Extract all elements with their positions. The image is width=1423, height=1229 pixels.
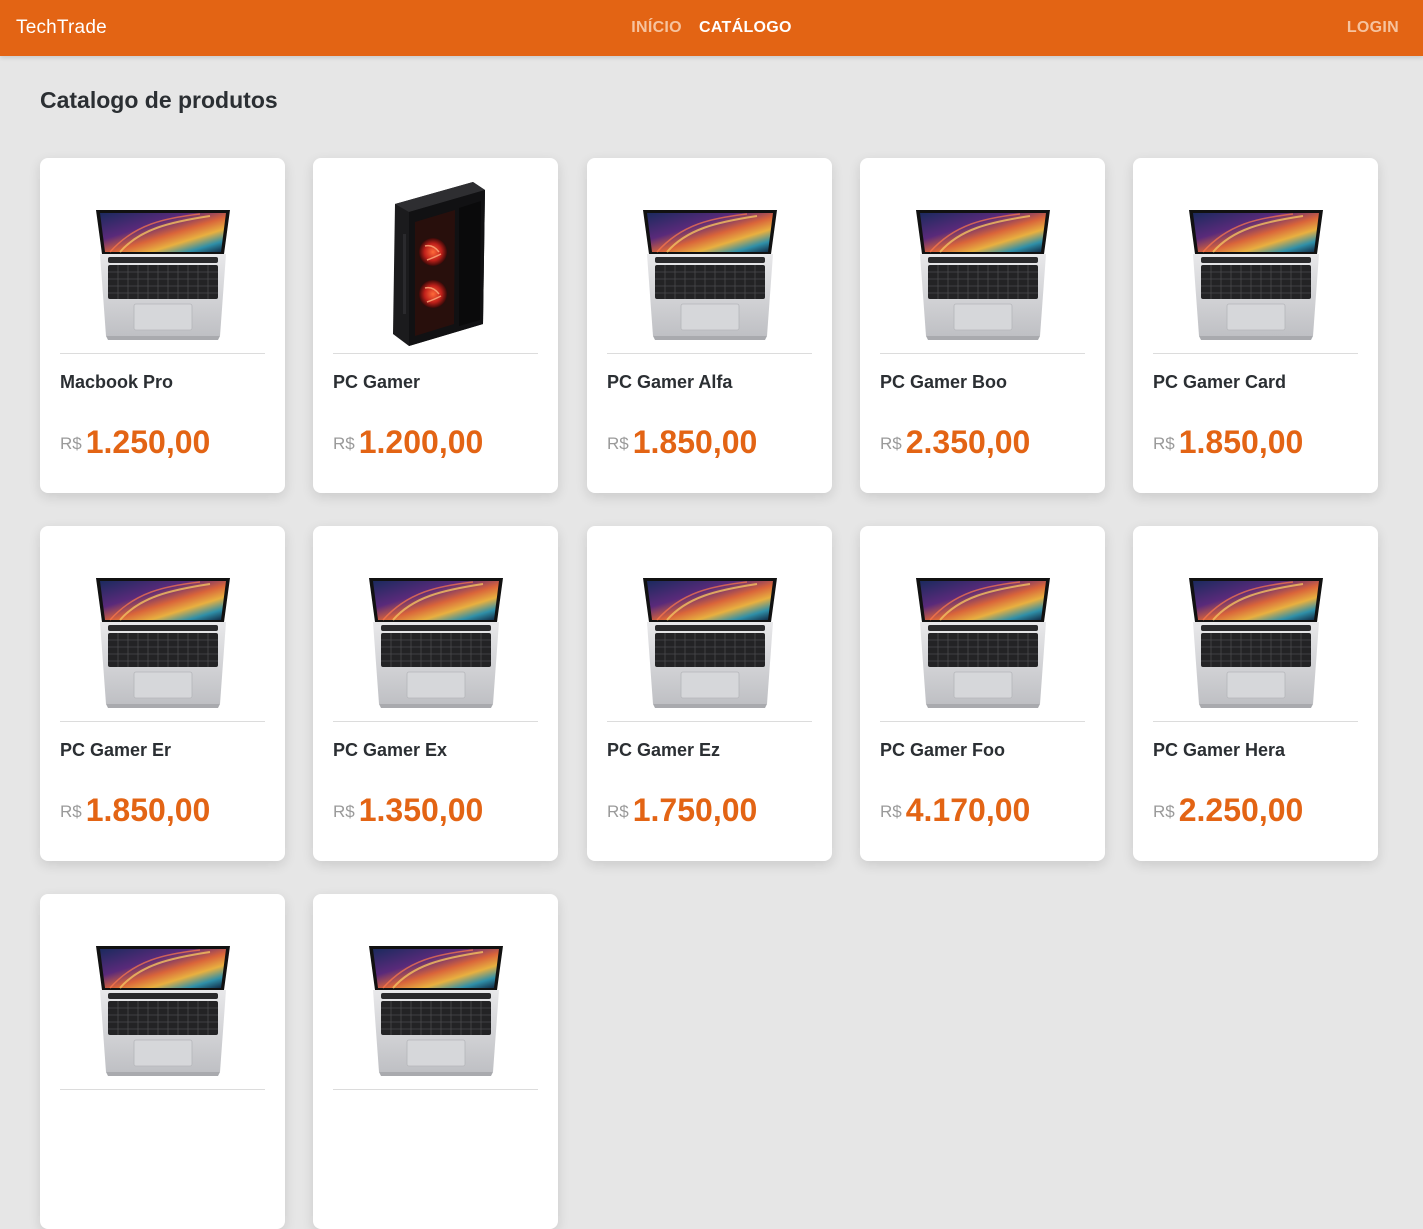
- page-title: Catalogo de produtos: [40, 87, 278, 113]
- product-card[interactable]: [40, 894, 285, 1229]
- product-name: PC Gamer Alfa: [607, 372, 733, 392]
- price-amount: 1.850,00: [85, 792, 211, 828]
- price-currency: R$: [607, 434, 629, 453]
- card-divider: [1153, 721, 1358, 722]
- product-price: R$ 1.200,00: [333, 422, 483, 462]
- laptop-icon: [607, 174, 812, 352]
- price-amount: 1.350,00: [358, 792, 484, 828]
- product-price: R$ 2.350,00: [880, 422, 1030, 462]
- product-price: [60, 1158, 64, 1198]
- price-amount: 1.850,00: [632, 424, 758, 460]
- card-divider: [607, 353, 812, 354]
- price-currency: R$: [333, 802, 355, 821]
- price-amount: 1.200,00: [358, 424, 484, 460]
- laptop-icon: [1153, 542, 1358, 720]
- price-amount: 1.850,00: [1178, 424, 1304, 460]
- price-currency: R$: [880, 434, 902, 453]
- product-price: R$ 1.750,00: [607, 790, 757, 830]
- card-divider: [333, 1089, 538, 1090]
- card-divider: [60, 721, 265, 722]
- laptop-icon: [60, 910, 265, 1088]
- product-name: PC Gamer Ex: [333, 740, 448, 760]
- laptop-icon: [333, 910, 538, 1088]
- product-name: Macbook Pro: [60, 372, 174, 392]
- product-card[interactable]: PC Gamer Hera R$ 2.250,00: [1133, 526, 1378, 861]
- price-currency: R$: [880, 802, 902, 821]
- card-divider: [60, 353, 265, 354]
- price-currency: R$: [1153, 802, 1175, 821]
- nav-link-catalogo[interactable]: CATÁLOGO: [699, 17, 792, 39]
- product-price: R$ 1.350,00: [333, 790, 483, 830]
- product-name: PC Gamer Ez: [607, 740, 721, 760]
- navbar: TechTrade INÍCIO CATÁLOGO LOGIN: [0, 0, 1423, 56]
- product-price: R$ 1.850,00: [60, 790, 210, 830]
- product-card[interactable]: PC Gamer Alfa R$ 1.850,00: [587, 158, 832, 493]
- laptop-icon: [60, 174, 265, 352]
- laptop-icon: [880, 542, 1085, 720]
- product-price: R$ 1.850,00: [607, 422, 757, 462]
- nav-links: INÍCIO CATÁLOGO: [0, 17, 1423, 39]
- login-link[interactable]: LOGIN: [1347, 17, 1399, 39]
- card-divider: [880, 353, 1085, 354]
- product-price: R$ 2.250,00: [1153, 790, 1303, 830]
- product-card[interactable]: PC Gamer Ex R$ 1.350,00: [313, 526, 558, 861]
- nav-link-inicio[interactable]: INÍCIO: [631, 17, 682, 39]
- pc-tower-icon: [333, 174, 538, 352]
- price-amount: 2.250,00: [1178, 792, 1304, 828]
- product-card[interactable]: [313, 894, 558, 1229]
- price-amount: 1.750,00: [632, 792, 758, 828]
- price-amount: 2.350,00: [905, 424, 1031, 460]
- product-card[interactable]: PC Gamer Card R$ 1.850,00: [1133, 158, 1378, 493]
- laptop-icon: [607, 542, 812, 720]
- card-divider: [880, 721, 1085, 722]
- price-currency: R$: [60, 802, 82, 821]
- laptop-icon: [1153, 174, 1358, 352]
- product-name: PC Gamer Card: [1153, 372, 1287, 392]
- product-price: R$ 1.250,00: [60, 422, 210, 462]
- product-price: [333, 1158, 337, 1198]
- laptop-icon: [880, 174, 1085, 352]
- product-name: PC Gamer Hera: [1153, 740, 1286, 760]
- card-divider: [1153, 353, 1358, 354]
- price-amount: 1.250,00: [85, 424, 211, 460]
- product-price: R$ 1.850,00: [1153, 422, 1303, 462]
- product-card[interactable]: PC Gamer R$ 1.200,00: [313, 158, 558, 493]
- laptop-icon: [333, 542, 538, 720]
- product-card[interactable]: PC Gamer Foo R$ 4.170,00: [860, 526, 1105, 861]
- card-divider: [60, 1089, 265, 1090]
- product-card[interactable]: PC Gamer Ez R$ 1.750,00: [587, 526, 832, 861]
- product-name: PC Gamer Er: [60, 740, 172, 760]
- price-amount: 4.170,00: [905, 792, 1031, 828]
- laptop-icon: [60, 542, 265, 720]
- price-currency: R$: [607, 802, 629, 821]
- product-name: PC Gamer Foo: [880, 740, 1006, 760]
- product-card[interactable]: PC Gamer Boo R$ 2.350,00: [860, 158, 1105, 493]
- product-card[interactable]: Macbook Pro R$ 1.250,00: [40, 158, 285, 493]
- card-divider: [333, 721, 538, 722]
- card-divider: [607, 721, 812, 722]
- product-card[interactable]: PC Gamer Er R$ 1.850,00: [40, 526, 285, 861]
- product-name: PC Gamer: [333, 372, 421, 392]
- price-currency: R$: [1153, 434, 1175, 453]
- product-price: R$ 4.170,00: [880, 790, 1030, 830]
- price-currency: R$: [60, 434, 82, 453]
- price-currency: R$: [333, 434, 355, 453]
- product-name: PC Gamer Boo: [880, 372, 1008, 392]
- card-divider: [333, 353, 538, 354]
- brand-logo[interactable]: TechTrade: [16, 15, 107, 41]
